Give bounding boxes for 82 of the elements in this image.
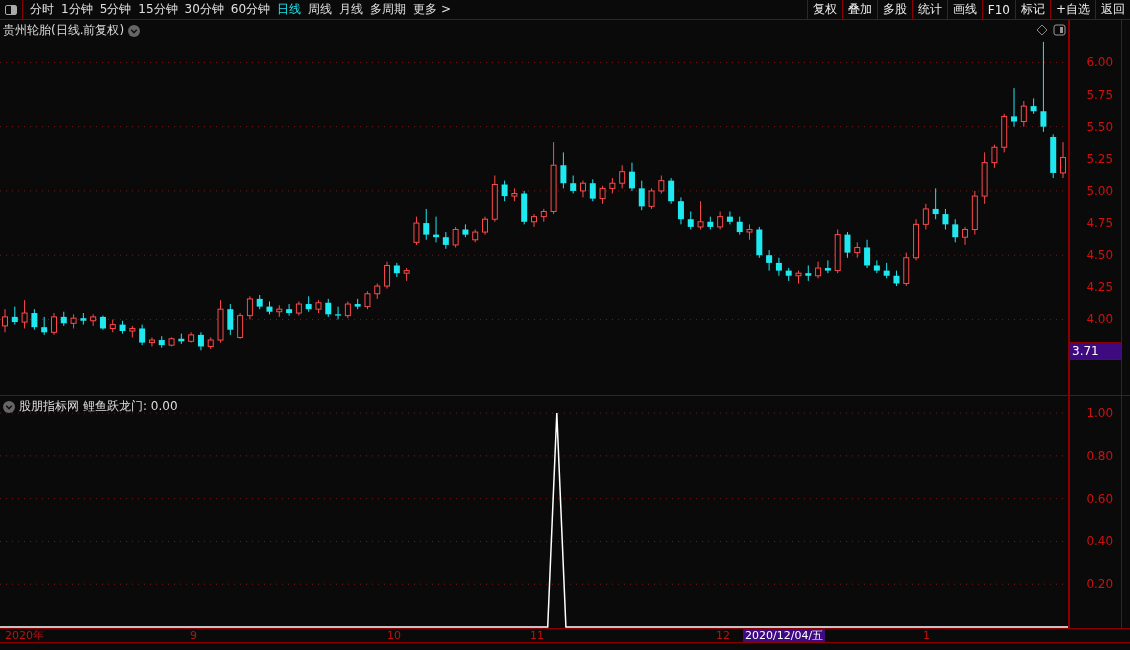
price-tick: 5.00 bbox=[1086, 182, 1114, 199]
candlestick bbox=[775, 257, 782, 277]
panel-icon[interactable] bbox=[1053, 24, 1066, 36]
candlestick bbox=[726, 211, 733, 225]
date-label: 2020/12/04/五 bbox=[743, 629, 826, 642]
date-label: 9 bbox=[190, 629, 197, 642]
candlestick bbox=[335, 306, 342, 320]
value-tick: 1.00 bbox=[1086, 405, 1114, 422]
price-tick: 4.00 bbox=[1086, 311, 1114, 328]
period-tab[interactable]: 更多 > bbox=[413, 1, 451, 18]
period-tab[interactable]: 60分钟 bbox=[230, 1, 271, 18]
value-tick: 0.40 bbox=[1086, 533, 1114, 550]
candlestick bbox=[227, 303, 234, 336]
candlestick bbox=[677, 196, 684, 225]
candlestick bbox=[873, 259, 880, 274]
period-tab[interactable]: 日线 bbox=[277, 1, 302, 18]
candlestick bbox=[413, 216, 420, 246]
candlestick bbox=[962, 226, 969, 246]
price-tick: 5.50 bbox=[1086, 118, 1114, 135]
candlestick bbox=[50, 312, 57, 336]
date-label: 1 bbox=[923, 629, 930, 642]
date-label: 2020年 bbox=[5, 629, 44, 642]
price-tick: 4.75 bbox=[1086, 215, 1114, 232]
candlestick bbox=[648, 187, 655, 210]
candlestick bbox=[139, 324, 146, 346]
candlestick bbox=[286, 303, 293, 317]
candlestick bbox=[384, 261, 391, 290]
chart-title: 贵州轮胎(日线.前复权) bbox=[3, 22, 125, 39]
period-tab[interactable]: 15分钟 bbox=[138, 1, 178, 18]
period-tab[interactable]: 5分钟 bbox=[99, 1, 132, 18]
candlestick bbox=[21, 299, 28, 329]
chevron-down-icon[interactable] bbox=[128, 24, 141, 37]
price-tick: 4.50 bbox=[1086, 247, 1114, 264]
candlestick bbox=[952, 218, 959, 243]
candlestick bbox=[531, 213, 537, 228]
chevron-down-icon[interactable] bbox=[3, 400, 15, 413]
candlestick bbox=[501, 180, 508, 202]
candlestick bbox=[697, 200, 704, 230]
period-tab[interactable]: 周线 bbox=[308, 1, 333, 18]
value-tick: 0.60 bbox=[1086, 490, 1114, 507]
candlestick bbox=[246, 295, 253, 320]
price-tick: 4.25 bbox=[1086, 279, 1114, 296]
candlestick bbox=[942, 208, 949, 230]
candlestick bbox=[638, 180, 645, 211]
value-tick: 0.20 bbox=[1086, 576, 1114, 593]
candlestick bbox=[766, 249, 773, 272]
period-tab[interactable]: 月线 bbox=[339, 1, 364, 18]
price-tick: 6.00 bbox=[1086, 54, 1114, 71]
candlestick bbox=[237, 312, 244, 340]
date-label: 11 bbox=[530, 629, 544, 642]
candlestick bbox=[560, 151, 567, 189]
candlestick bbox=[864, 239, 871, 269]
candlestick bbox=[148, 336, 155, 347]
candlestick bbox=[668, 177, 675, 205]
indicator-reading: 鲤鱼跃龙门: 0.00 bbox=[83, 398, 178, 415]
candlestick bbox=[1040, 41, 1047, 133]
price-tick: 5.25 bbox=[1086, 150, 1114, 167]
period-tab[interactable]: 30分钟 bbox=[184, 1, 224, 18]
diamond-icon[interactable] bbox=[1036, 24, 1048, 36]
candlestick bbox=[619, 164, 626, 189]
indicator-source: 股朋指标网 bbox=[19, 398, 79, 415]
period-tab[interactable]: 多周期 bbox=[370, 1, 407, 18]
cursor-price-label: 3.71 bbox=[1070, 342, 1122, 360]
value-tick: 0.80 bbox=[1086, 447, 1114, 464]
candlestick bbox=[991, 144, 998, 169]
date-label: 12 bbox=[716, 629, 730, 642]
price-tick: 5.75 bbox=[1086, 86, 1114, 103]
candlestick bbox=[922, 203, 929, 230]
candlestick bbox=[589, 178, 596, 202]
candlestick bbox=[452, 226, 459, 248]
candlestick bbox=[844, 231, 851, 259]
candlestick bbox=[1011, 87, 1018, 128]
candlestick bbox=[1020, 100, 1027, 128]
period-tab[interactable]: 分时 bbox=[30, 1, 54, 18]
date-label: 10 bbox=[387, 629, 401, 642]
candlestick bbox=[932, 187, 939, 220]
candlestick bbox=[31, 308, 38, 331]
candlestick bbox=[824, 259, 831, 274]
period-tab[interactable]: 1分钟 bbox=[61, 1, 93, 18]
candlestick bbox=[423, 208, 430, 241]
candlestick bbox=[628, 162, 635, 192]
candlestick bbox=[1060, 141, 1066, 179]
